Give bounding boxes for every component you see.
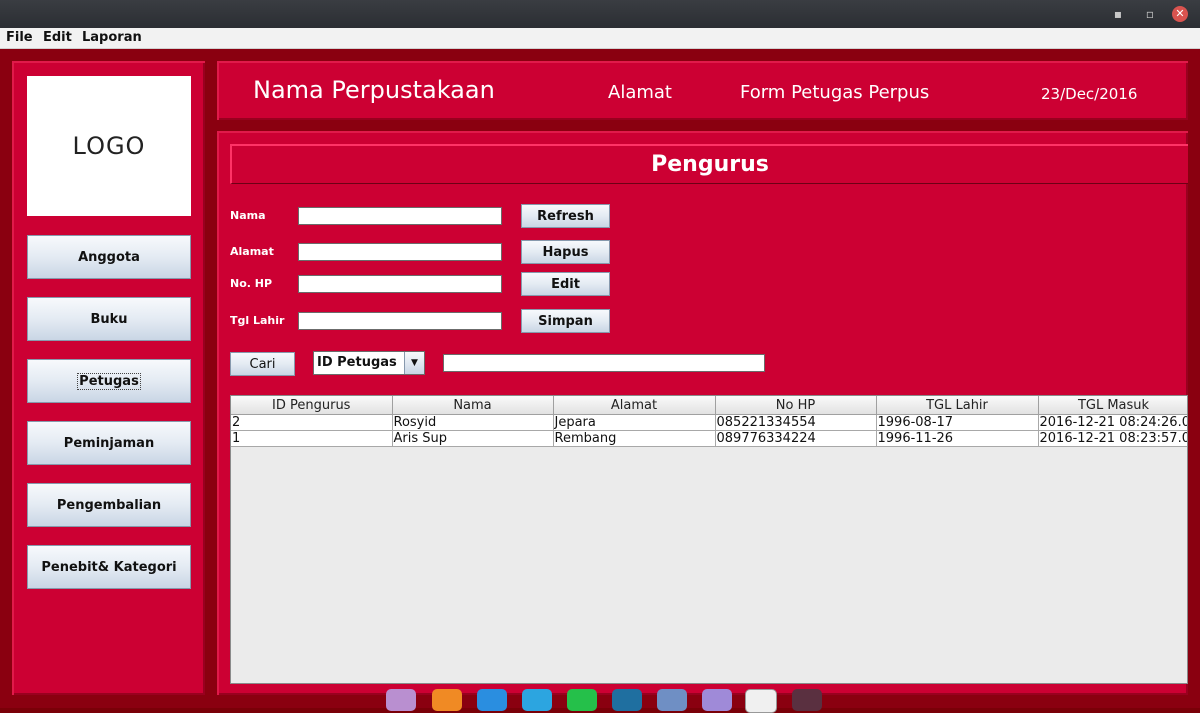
column-header[interactable]: TGL Lahir — [876, 396, 1039, 415]
column-header[interactable]: No HP — [715, 396, 877, 415]
alamat-field[interactable] — [298, 243, 502, 261]
form-title: Form Petugas Perpus — [740, 82, 930, 103]
table-cell: 089776334224 — [715, 430, 877, 447]
table-row[interactable]: 2 Rosyid Jepara 085221334554 1996-08-17 … — [231, 414, 1188, 431]
pengembalian-button[interactable]: Pengembalian — [27, 483, 191, 527]
buku-label: Buku — [90, 311, 128, 327]
no-hp-label: No. HP — [230, 277, 273, 290]
panel-title: Pengurus — [230, 144, 1188, 184]
hapus-label: Hapus — [542, 244, 589, 260]
menu-edit[interactable]: Edit — [43, 30, 72, 45]
tgl-lahir-label: Tgl Lahir — [230, 314, 285, 327]
close-icon[interactable]: ✕ — [1172, 6, 1188, 22]
peminjaman-button[interactable]: Peminjaman — [27, 421, 191, 465]
petugas-button[interactable]: Petugas — [27, 359, 191, 403]
java-icon[interactable] — [745, 689, 777, 713]
menu-laporan[interactable]: Laporan — [82, 30, 142, 45]
column-header[interactable]: Alamat — [553, 396, 716, 415]
table-cell: 1996-11-26 — [876, 430, 1039, 447]
chevron-down-icon[interactable]: ▼ — [404, 352, 424, 374]
table-cell: 2 — [231, 414, 393, 431]
refresh-button[interactable]: Refresh — [521, 204, 610, 228]
menu-bar: File Edit Laporan — [0, 28, 1200, 49]
hapus-button[interactable]: Hapus — [521, 240, 610, 264]
library-name: Nama Perpustakaan — [253, 76, 495, 104]
search-input[interactable] — [443, 354, 765, 372]
cari-label: Cari — [249, 356, 276, 372]
table-cell: 2016-12-21 08:24:26.0 — [1038, 414, 1188, 431]
table-cell: Jepara — [553, 414, 716, 431]
nama-label: Nama — [230, 209, 266, 222]
logo: LOGO — [27, 76, 191, 216]
buku-button[interactable]: Buku — [27, 297, 191, 341]
menu-file[interactable]: File — [6, 30, 33, 45]
pengembalian-label: Pengembalian — [56, 497, 162, 513]
column-header[interactable]: TGL Masuk — [1038, 396, 1187, 415]
current-date: 23/Dec/2016 — [1041, 85, 1138, 103]
anggota-label: Anggota — [78, 249, 140, 265]
table-cell: 1996-08-17 — [876, 414, 1039, 431]
table-cell: 1 — [231, 430, 393, 447]
minimize-icon[interactable]: ▪ — [1110, 6, 1126, 22]
search-by-dropdown[interactable]: ID Petugas ▼ — [313, 351, 425, 375]
library-address: Alamat — [608, 82, 672, 103]
penerbit-kategori-button[interactable]: Penebit& Kategori — [27, 545, 191, 589]
column-header[interactable]: Nama — [392, 396, 554, 415]
nama-field[interactable] — [298, 207, 502, 225]
peminjaman-label: Peminjaman — [63, 435, 155, 451]
table-cell: Rembang — [553, 430, 716, 447]
pengurus-table[interactable]: ID Pengurus Nama Alamat No HP TGL Lahir … — [230, 395, 1188, 684]
simpan-button[interactable]: Simpan — [521, 309, 610, 333]
column-header[interactable]: ID Pengurus — [231, 396, 393, 415]
refresh-label: Refresh — [537, 208, 594, 224]
tgl-lahir-field[interactable] — [298, 312, 502, 330]
dropdown-selected: ID Petugas — [317, 355, 397, 370]
table-cell: 2016-12-21 08:23:57.0 — [1038, 430, 1188, 447]
petugas-label: Petugas — [77, 372, 141, 390]
window-titlebar: ▪ ▫ ✕ — [0, 0, 1200, 28]
table-row[interactable]: 1 Aris Sup Rembang 089776334224 1996-11-… — [231, 430, 1188, 447]
alamat-label: Alamat — [230, 245, 274, 258]
penerbit-kategori-label: Penebit& Kategori — [41, 559, 177, 575]
anggota-button[interactable]: Anggota — [27, 235, 191, 279]
table-cell: Rosyid — [392, 414, 554, 431]
simpan-label: Simpan — [538, 313, 593, 329]
table-cell: Aris Sup — [392, 430, 554, 447]
restore-icon[interactable]: ▫ — [1142, 6, 1158, 22]
cari-button[interactable]: Cari — [230, 352, 295, 376]
edit-label: Edit — [551, 276, 580, 292]
table-cell: 085221334554 — [715, 414, 877, 431]
no-hp-field[interactable] — [298, 275, 502, 293]
edit-button[interactable]: Edit — [521, 272, 610, 296]
header-panel: Nama Perpustakaan Alamat Form Petugas Pe… — [217, 61, 1188, 120]
